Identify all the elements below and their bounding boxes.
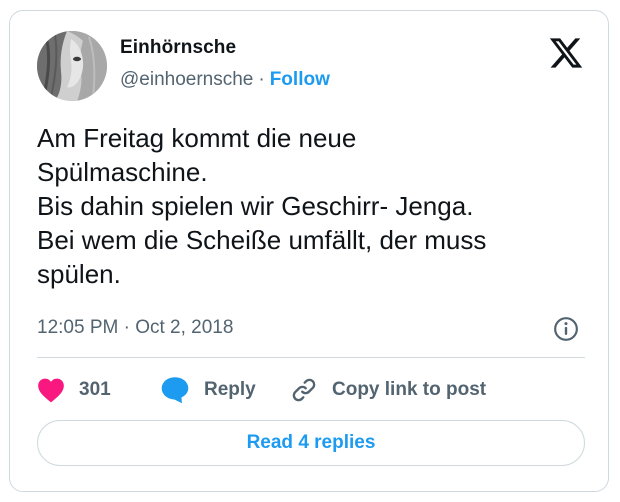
heart-icon	[38, 378, 64, 403]
reply-button[interactable]: Reply	[160, 375, 256, 405]
follow-button[interactable]: Follow	[270, 69, 330, 90]
tweet-line: spülen.	[37, 259, 121, 289]
tweet-card: Einhörnsche @einhoernsche · Follow Am Frei…	[9, 10, 609, 492]
tweet-line: Am Freitag kommt die neue	[37, 123, 357, 153]
author-handle[interactable]: @einhoernsche	[120, 69, 253, 90]
speech-bubble-icon	[161, 377, 189, 404]
tweet-timestamp[interactable]: 12:05 PM · Oct 2, 2018	[37, 317, 233, 339]
separator-dot: ·	[258, 69, 265, 90]
link-icon	[292, 378, 316, 402]
reply-label: Reply	[204, 379, 256, 400]
avatar[interactable]	[37, 31, 107, 101]
author-name[interactable]: Einhörnsche	[120, 37, 236, 59]
tweet-text: Am Freitag kommt die neue Spülmaschine. …	[37, 121, 597, 291]
copy-link-button[interactable]: Copy link to post	[290, 375, 486, 405]
info-icon[interactable]	[553, 316, 579, 342]
tweet-line: Bei wem die Scheiße umfällt, der muss	[37, 225, 487, 255]
x-logo-icon[interactable]	[548, 35, 584, 71]
divider	[37, 357, 585, 358]
avatar-image	[37, 31, 107, 101]
author-handle-row: @einhoernsche · Follow	[120, 69, 330, 91]
copy-link-label: Copy link to post	[332, 379, 487, 400]
tweet-line: Spülmaschine.	[37, 157, 208, 187]
tweet-line: Bis dahin spielen wir Geschirr- Jenga.	[37, 191, 474, 221]
like-count: 301	[79, 379, 111, 400]
read-replies-button[interactable]: Read 4 replies	[37, 420, 585, 466]
like-button[interactable]: 301	[37, 375, 111, 405]
